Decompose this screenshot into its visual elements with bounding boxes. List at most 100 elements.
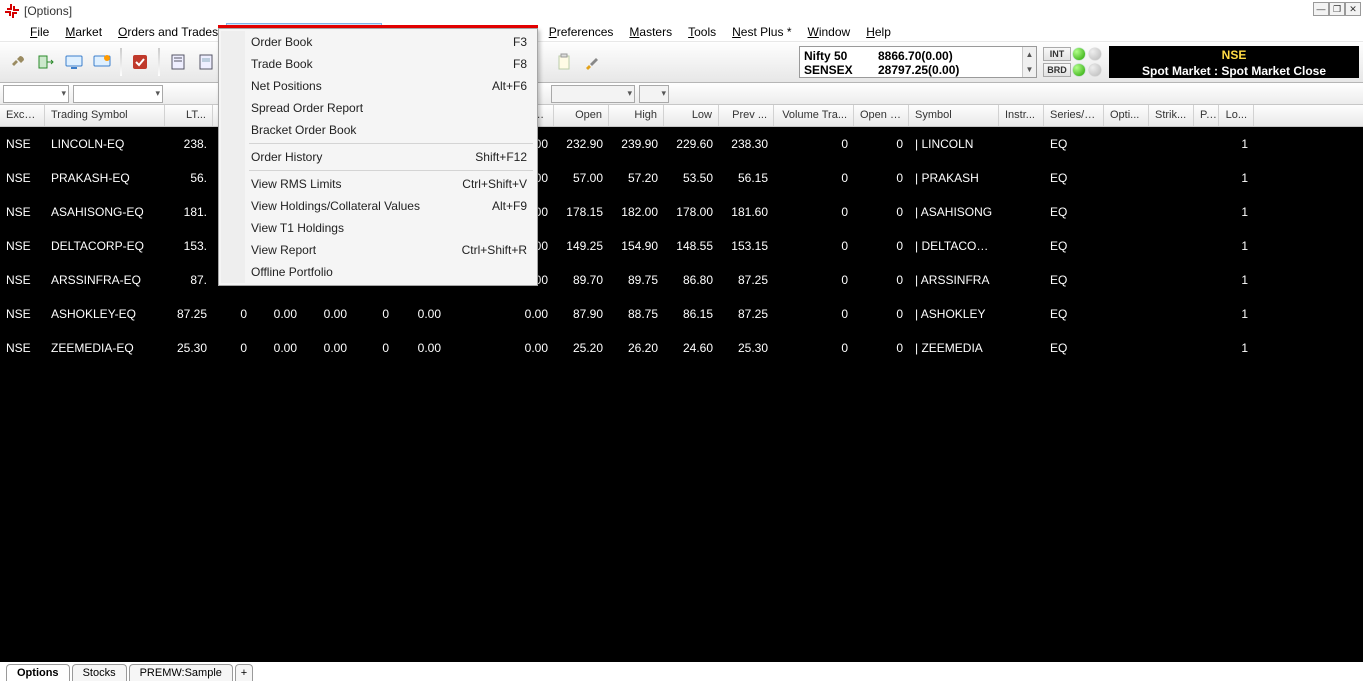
tool-book1-icon[interactable] — [166, 50, 190, 74]
menu-item-order-history[interactable]: Order HistoryShift+F12 — [221, 146, 535, 168]
cell: 1 — [1219, 205, 1254, 219]
table-row[interactable]: NSEZEEMEDIA-EQ25.3000.000.0000.000.0025.… — [0, 331, 1363, 365]
menu-nest-plus-[interactable]: Nest Plus * — [724, 23, 799, 41]
cell: 0 — [353, 341, 395, 355]
filter-combo-2[interactable]: ▾ — [73, 85, 163, 103]
table-row[interactable]: NSEPRAKASH-EQ56.0.0057.0057.2053.5056.15… — [0, 161, 1363, 195]
col-header[interactable]: Symbol — [909, 105, 999, 126]
ticker-scrollbar[interactable]: ▲ ▼ — [1022, 47, 1036, 77]
filter-combo-1[interactable]: ▾ — [3, 85, 69, 103]
tab-options[interactable]: Options — [6, 664, 70, 681]
cell: 229.60 — [664, 137, 719, 151]
col-header[interactable]: Instr... — [999, 105, 1044, 126]
cell: 0 — [854, 341, 909, 355]
menu-item-order-book[interactable]: Order BookF3 — [221, 31, 535, 53]
cell: 239.90 — [609, 137, 664, 151]
col-header[interactable]: Volume Tra... — [774, 105, 854, 126]
col-header[interactable]: Opti... — [1104, 105, 1149, 126]
tool-paintbrush-icon[interactable] — [580, 50, 604, 74]
cell: 0.00 — [253, 341, 303, 355]
col-header[interactable]: Strik... — [1149, 105, 1194, 126]
filter-combo-row: ▾ ▾ ▾ ▾ — [0, 83, 1363, 105]
worksheet-tabs: OptionsStocksPREMW:Sample+ — [0, 662, 1363, 681]
filter-combo-3[interactable]: ▾ — [551, 85, 635, 103]
cell: 0 — [774, 205, 854, 219]
window-controls: — ❐ ✕ — [1313, 2, 1361, 16]
spot-exchange: NSE — [1110, 47, 1358, 63]
cell: | ZEEMEDIA — [909, 341, 999, 355]
cell: 0.00 — [395, 341, 447, 355]
table-row[interactable]: NSELINCOLN-EQ238.0.00232.90239.90229.602… — [0, 127, 1363, 161]
menu-item-view-report[interactable]: View ReportCtrl+Shift+R — [221, 239, 535, 261]
tool-wrench-icon[interactable] — [6, 50, 30, 74]
cell: 86.80 — [664, 273, 719, 287]
col-header[interactable]: Open — [554, 105, 609, 126]
tool-clipboard-icon[interactable] — [552, 50, 576, 74]
col-header[interactable]: Low — [664, 105, 719, 126]
cell: 88.75 — [609, 307, 664, 321]
restore-button[interactable]: ❐ — [1329, 2, 1345, 16]
chevron-down-icon: ▾ — [661, 88, 666, 99]
chevron-down-icon: ▾ — [155, 88, 160, 99]
menu-tools[interactable]: Tools — [680, 23, 724, 41]
scroll-up-icon[interactable]: ▲ — [1023, 47, 1036, 62]
menu-orders-and-trades[interactable]: Orders and Trades — [110, 23, 226, 41]
cell: 153.15 — [719, 239, 774, 253]
col-header[interactable]: Prev ... — [719, 105, 774, 126]
tool-check-icon[interactable] — [128, 50, 152, 74]
col-header[interactable]: P... — [1194, 105, 1219, 126]
filter-combo-4[interactable]: ▾ — [639, 85, 669, 103]
cell: 0 — [854, 307, 909, 321]
menu-item-view-t-holdings[interactable]: View T1 Holdings — [221, 217, 535, 239]
grid-body[interactable]: NSELINCOLN-EQ238.0.00232.90239.90229.602… — [0, 127, 1363, 681]
tab-stocks[interactable]: Stocks — [72, 664, 127, 681]
menu-item-view-holdings-collateral-values[interactable]: View Holdings/Collateral ValuesAlt+F9 — [221, 195, 535, 217]
menu-item-view-rms-limits[interactable]: View RMS LimitsCtrl+Shift+V — [221, 173, 535, 195]
tool-screen1-icon[interactable] — [62, 50, 86, 74]
tab-premw-sample[interactable]: PREMW:Sample — [129, 664, 233, 681]
close-button[interactable]: ✕ — [1345, 2, 1361, 16]
table-row[interactable]: NSEDELTACORP-EQ153.0.00149.25154.90148.5… — [0, 229, 1363, 263]
cell: | ASHOKLEY — [909, 307, 999, 321]
col-header[interactable]: Trading Symbol — [45, 105, 165, 126]
col-header[interactable]: High — [609, 105, 664, 126]
ticker-name: SENSEX — [804, 63, 864, 77]
menu-item-spread-order-report[interactable]: Spread Order Report — [221, 97, 535, 119]
tool-logout-icon[interactable] — [34, 50, 58, 74]
menu-help[interactable]: Help — [858, 23, 899, 41]
cell: 0 — [774, 137, 854, 151]
menu-item-offline-portfolio[interactable]: Offline Portfolio — [221, 261, 535, 283]
add-tab-button[interactable]: + — [235, 664, 253, 681]
scroll-down-icon[interactable]: ▼ — [1023, 62, 1036, 77]
cell: | LINCOLN — [909, 137, 999, 151]
cell: 154.90 — [609, 239, 664, 253]
menu-item-net-positions[interactable]: Net PositionsAlt+F6 — [221, 75, 535, 97]
title-bar: [Options] — [0, 0, 1363, 22]
menu-masters[interactable]: Masters — [621, 23, 680, 41]
menu-item-bracket-order-book[interactable]: Bracket Order Book — [221, 119, 535, 141]
col-header[interactable]: Series/E... — [1044, 105, 1104, 126]
col-header[interactable]: Exch... — [0, 105, 45, 126]
menu-preferences[interactable]: Preferences — [541, 23, 622, 41]
status-dot-green-icon — [1073, 48, 1085, 60]
menu-window[interactable]: Window — [800, 23, 859, 41]
col-header[interactable]: Open I... — [854, 105, 909, 126]
cell: 0 — [774, 341, 854, 355]
menu-market[interactable]: Market — [57, 23, 110, 41]
spot-market-panel: NSE Spot Market : Spot Market Close — [1109, 46, 1359, 78]
table-row[interactable]: NSEARSSINFRA-EQ87.0.0089.7089.7586.8087.… — [0, 263, 1363, 297]
col-header[interactable]: LT... — [165, 105, 213, 126]
menu-item-trade-book[interactable]: Trade BookF8 — [221, 53, 535, 75]
col-header[interactable]: Lo... — [1219, 105, 1254, 126]
cell: 178.15 — [554, 205, 609, 219]
cell: ZEEMEDIA-EQ — [45, 341, 165, 355]
table-row[interactable]: NSEASAHISONG-EQ181.0.00178.15182.00178.0… — [0, 195, 1363, 229]
cell: EQ — [1044, 239, 1104, 253]
tool-screen2-icon[interactable] — [90, 50, 114, 74]
int-badge: INT — [1043, 47, 1071, 61]
table-row[interactable]: NSEASHOKLEY-EQ87.2500.000.0000.000.0087.… — [0, 297, 1363, 331]
cell: 148.55 — [664, 239, 719, 253]
tool-book2-icon[interactable] — [194, 50, 218, 74]
minimize-button[interactable]: — — [1313, 2, 1329, 16]
menu-file[interactable]: File — [22, 23, 57, 41]
